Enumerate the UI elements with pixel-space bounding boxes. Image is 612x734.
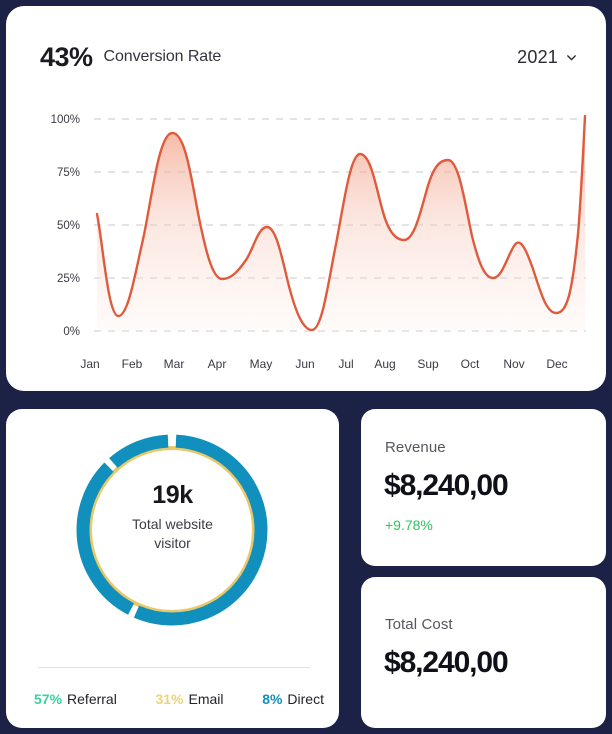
visitor-donut-chart: [6, 423, 339, 638]
legend-label: Email: [188, 691, 224, 707]
conversion-percent: 43%: [40, 41, 93, 72]
y-tick-label: 75%: [57, 167, 80, 179]
legend-label: Direct: [287, 691, 324, 707]
x-tick-label: Apr: [208, 357, 227, 371]
y-tick-label: 100%: [51, 114, 80, 126]
year-dropdown-label: 2021: [517, 46, 558, 67]
legend-percent: 57%: [34, 691, 63, 707]
x-tick-label: Feb: [122, 357, 143, 371]
x-tick-label: Jul: [338, 357, 353, 371]
legend-percent: 31%: [155, 691, 184, 707]
x-tick-label: Mar: [164, 357, 185, 371]
revenue-value: $8,240,00: [384, 469, 509, 502]
year-dropdown[interactable]: 2021: [517, 47, 578, 68]
legend-item-email[interactable]: 31% Email: [155, 691, 223, 707]
conversion-rate-card: 43% Conversion Rate 2021 100% 75% 50% 25…: [6, 6, 606, 391]
y-tick-label: 50%: [57, 220, 80, 232]
y-tick-label: 25%: [57, 273, 80, 285]
y-tick-label: 0%: [63, 326, 80, 338]
chart-x-axis: Jan Feb Mar Apr May Jun Jul Aug Sup Oct …: [80, 357, 567, 371]
donut-inner-gold-ring: [88, 446, 256, 614]
chart-svg: 100% 75% 50% 25% 0% Jan Feb Mar Apr May …: [51, 114, 587, 371]
visitor-legend: 57% Referral 31% Email 8% Direct: [34, 691, 324, 707]
legend-label: Referral: [67, 691, 117, 707]
conversion-title: Conversion Rate: [103, 48, 222, 65]
revenue-card: Revenue $8,240,00 +9.78%: [361, 409, 606, 566]
x-tick-label: Nov: [503, 357, 524, 371]
total-cost-card: Total Cost $8,240,00: [361, 577, 606, 728]
revenue-label: Revenue: [385, 439, 446, 456]
x-tick-label: Jan: [80, 357, 99, 371]
donut-svg: [76, 434, 268, 626]
legend-divider: [38, 667, 310, 668]
x-tick-label: Aug: [374, 357, 395, 371]
conversion-area-chart: 100% 75% 50% 25% 0% Jan Feb Mar Apr May …: [6, 94, 606, 384]
chevron-down-icon: [567, 54, 576, 60]
website-visitor-card: 19k Total website visitor 57% Referral 3…: [6, 409, 339, 728]
chart-y-axis: 100% 75% 50% 25% 0%: [51, 114, 80, 338]
x-tick-label: May: [250, 357, 273, 371]
revenue-delta: +9.78%: [385, 517, 433, 533]
total-cost-label: Total Cost: [385, 616, 453, 633]
x-tick-label: Jun: [295, 357, 314, 371]
conversion-card-header: 43% Conversion Rate 2021: [40, 36, 578, 78]
total-cost-value: $8,240,00: [384, 646, 509, 679]
legend-percent: 8%: [262, 691, 283, 707]
x-tick-label: Sup: [417, 357, 439, 371]
x-tick-label: Dec: [546, 357, 567, 371]
legend-item-direct[interactable]: 8% Direct: [262, 691, 324, 707]
donut-segments: [76, 434, 268, 626]
legend-item-referral[interactable]: 57% Referral: [34, 691, 117, 707]
x-tick-label: Oct: [461, 357, 480, 371]
